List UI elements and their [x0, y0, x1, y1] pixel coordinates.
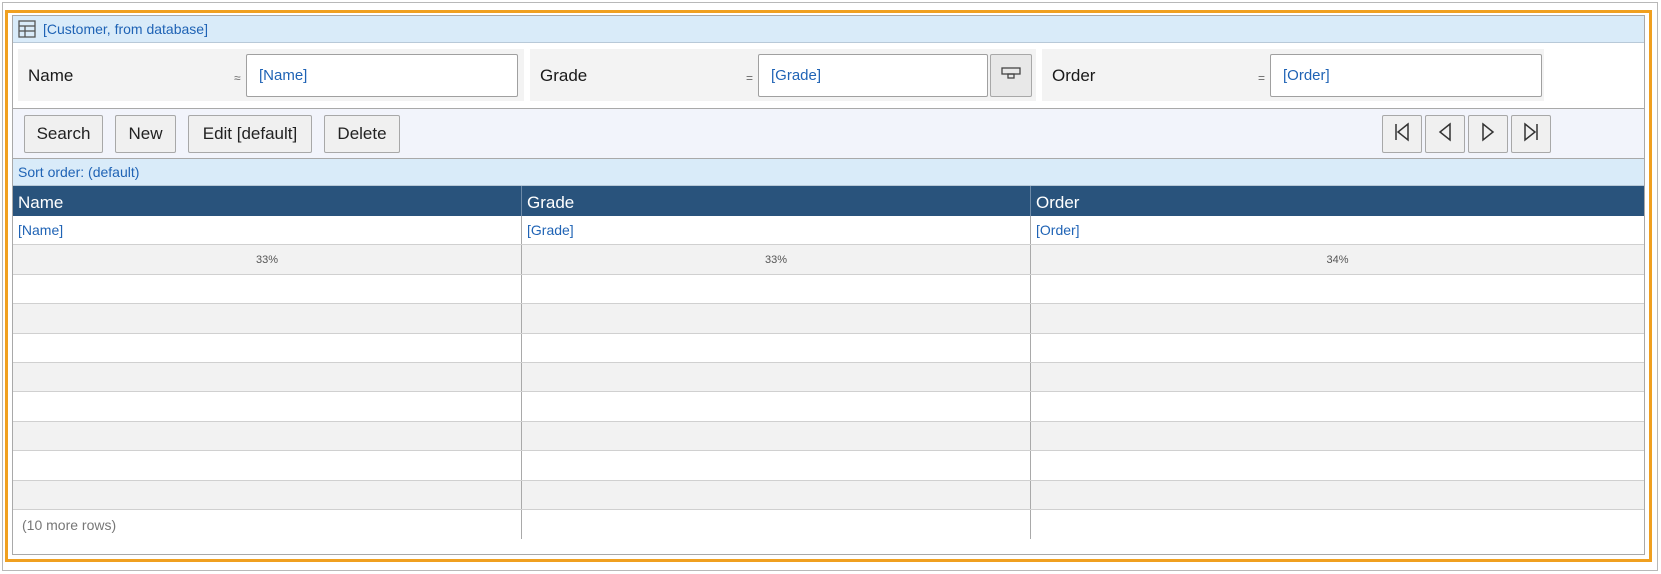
- column-width-name[interactable]: 33%: [13, 245, 522, 274]
- column-header-name[interactable]: Name: [13, 186, 522, 216]
- table-row: [13, 362, 1644, 393]
- filter-grade-operator: =: [746, 71, 754, 85]
- binding-cell-name[interactable]: [Name]: [13, 216, 522, 245]
- table-row: [13, 333, 1644, 363]
- first-record-button[interactable]: [1382, 115, 1422, 153]
- column-header-grade[interactable]: Grade: [522, 186, 1031, 216]
- filter-order: Order = [Order]: [1042, 49, 1544, 101]
- form-container: [Customer, from database] Name ≈ [Name] …: [12, 15, 1645, 555]
- filter-grade-input[interactable]: [Grade]: [758, 54, 988, 97]
- previous-record-icon: [1436, 121, 1454, 147]
- column-width-order[interactable]: 34%: [1031, 245, 1644, 273]
- table-icon: [17, 19, 37, 39]
- last-record-icon: [1522, 121, 1540, 147]
- more-rows-row: (10 more rows): [13, 509, 1644, 540]
- lookup-button[interactable]: [990, 54, 1032, 97]
- edit-button[interactable]: Edit [default]: [188, 115, 312, 153]
- table-row: [13, 274, 1644, 305]
- binding-row: [Name] [Grade] [Order]: [13, 216, 1644, 246]
- binding-cell-order[interactable]: [Order]: [1031, 216, 1644, 244]
- sort-order-bar[interactable]: Sort order: (default): [13, 159, 1644, 186]
- table-row: [13, 421, 1644, 452]
- next-record-button[interactable]: [1468, 115, 1508, 153]
- new-button[interactable]: New: [115, 115, 176, 153]
- column-width-grade[interactable]: 33%: [522, 245, 1031, 274]
- last-record-button[interactable]: [1511, 115, 1551, 153]
- form-title-bar: [Customer, from database]: [13, 16, 1644, 43]
- filter-row: Name ≈ [Name] Grade = [Grade] Order = [O…: [13, 43, 1644, 109]
- more-rows-indicator: (10 more rows): [13, 509, 522, 540]
- filter-name: Name ≈ [Name]: [18, 49, 524, 101]
- lookup-icon: [1001, 66, 1021, 85]
- selected-form-frame: [Customer, from database] Name ≈ [Name] …: [5, 10, 1652, 562]
- table-row: [13, 392, 1644, 422]
- filter-order-input[interactable]: [Order]: [1270, 54, 1542, 97]
- binding-cell-grade[interactable]: [Grade]: [522, 216, 1031, 245]
- delete-button[interactable]: Delete: [324, 115, 400, 153]
- filter-grade: Grade = [Grade]: [530, 49, 1036, 101]
- column-header-order[interactable]: Order: [1031, 186, 1644, 216]
- form-title: [Customer, from database]: [43, 21, 208, 37]
- filter-order-operator: =: [1258, 71, 1266, 85]
- filter-name-operator: ≈: [234, 71, 241, 85]
- column-width-row: 33% 33% 34%: [13, 245, 1644, 275]
- next-record-icon: [1479, 121, 1497, 147]
- filter-name-label: Name: [28, 66, 74, 85]
- grid-header: Name Grade Order: [13, 186, 1644, 216]
- sort-order-label: Sort order: (default): [18, 164, 140, 180]
- search-button[interactable]: Search: [24, 115, 103, 153]
- table-row: [13, 304, 1644, 334]
- data-grid: Name Grade Order [Name] [Grade] [Order] …: [13, 186, 1644, 540]
- table-row: [13, 480, 1644, 510]
- filter-name-input[interactable]: [Name]: [246, 54, 518, 97]
- action-toolbar: Search New Edit [default] Delete: [13, 109, 1644, 159]
- filter-order-label: Order: [1052, 66, 1096, 85]
- table-row: [13, 451, 1644, 481]
- first-record-icon: [1393, 121, 1411, 147]
- filter-grade-label: Grade: [540, 66, 588, 85]
- previous-record-button[interactable]: [1425, 115, 1465, 153]
